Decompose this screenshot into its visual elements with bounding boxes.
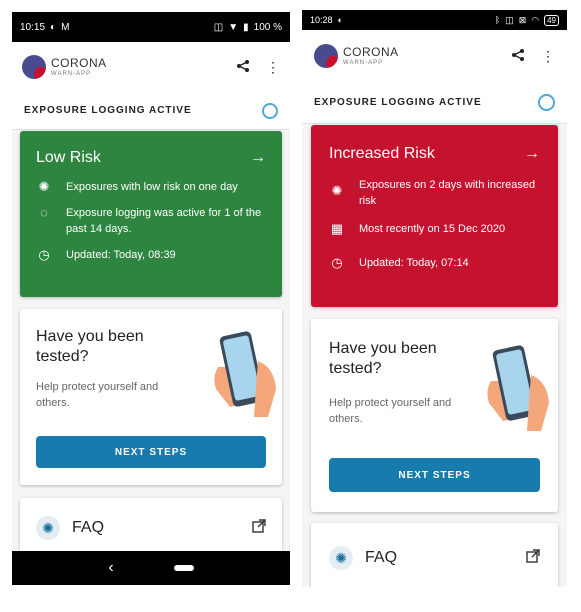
share-icon[interactable]	[236, 59, 250, 76]
risk-row-text: Exposures with low risk on one day	[66, 181, 238, 193]
gmail-icon: M	[61, 21, 70, 33]
clock-icon: ◷	[38, 247, 50, 262]
battery-level: 49	[544, 14, 559, 26]
clock-time: 10:28	[310, 15, 333, 25]
risk-row: ◌ Exposure logging was active for 1 of t…	[36, 205, 266, 237]
faq-card[interactable]: ✺ FAQ	[20, 498, 282, 558]
calendar-icon: ▦	[330, 221, 344, 236]
clock-icon: ◷	[331, 255, 343, 270]
progress-icon: ◌	[40, 205, 48, 220]
tested-text: Help protect yourself and others.	[329, 397, 452, 425]
wifi-icon: ◠	[531, 14, 540, 25]
tested-text: Help protect yourself and others.	[36, 381, 159, 409]
logo-subtitle: WARN-APP	[343, 60, 384, 66]
risk-row: ◷ Updated: Today, 08:39	[36, 247, 266, 263]
exposure-logging-row[interactable]: EXPOSURE LOGGING ACTIVE	[302, 82, 567, 124]
phone-left: 10:15 ◐ M ◫ ▼ ▮ 100 % CORONA WARN-APP ⋮ …	[12, 12, 290, 585]
faq-label: FAQ	[365, 549, 398, 566]
risk-card[interactable]: Increased Risk → ✺ Exposures on 2 days w…	[311, 125, 558, 307]
exposure-logging-row[interactable]: EXPOSURE LOGGING ACTIVE	[12, 92, 290, 130]
external-link-icon	[252, 518, 266, 538]
battery-icon: ▮	[243, 21, 249, 33]
external-link-icon	[526, 548, 540, 568]
risk-row-text: Most recently on 15 Dec 2020	[359, 223, 506, 235]
logo-title: CORONA	[51, 56, 107, 70]
exposure-logging-label: EXPOSURE LOGGING ACTIVE	[24, 105, 192, 116]
status-bar: 10:28 ◐ ᛒ ◫ ⊠ ◠ 49	[302, 10, 567, 30]
risk-row-text: Updated: Today, 08:39	[66, 249, 176, 261]
app-header: CORONA WARN-APP ⋮	[12, 42, 290, 92]
app-header: CORONA WARN-APP ⋮	[302, 30, 567, 82]
risk-row-text: Updated: Today, 07:14	[359, 257, 469, 269]
vibrate-icon: ◫	[213, 21, 224, 33]
arrow-right-icon: →	[250, 149, 266, 166]
faq-virus-icon: ✺	[36, 516, 60, 540]
corona-logo-icon	[314, 44, 338, 68]
risk-row: ▦ Most recently on 15 Dec 2020	[329, 221, 540, 237]
logo-title: CORONA	[343, 45, 399, 59]
phone-hand-illustration	[214, 331, 276, 417]
notification-icon: ◐	[337, 15, 343, 25]
corona-logo-icon	[22, 55, 46, 79]
signal-icon: ⊠	[518, 14, 527, 25]
phone-right: 10:28 ◐ ᛒ ◫ ⊠ ◠ 49 CORONA WARN-APP ⋮ EXP…	[302, 10, 567, 587]
back-icon[interactable]: ‹	[108, 559, 113, 577]
share-icon[interactable]	[511, 48, 525, 65]
risk-title: Low Risk	[36, 149, 101, 166]
exposure-status-icon	[262, 102, 278, 119]
status-bar: 10:15 ◐ M ◫ ▼ ▮ 100 %	[12, 12, 290, 42]
faq-card[interactable]: ✺ FAQ	[311, 523, 558, 587]
exposure-logging-label: EXPOSURE LOGGING ACTIVE	[314, 97, 482, 108]
risk-title: Increased Risk	[329, 145, 435, 162]
virus-icon: ✺	[38, 179, 50, 194]
battery-level: 100 %	[253, 21, 282, 33]
phone-hand-illustration	[487, 345, 549, 431]
tested-card: Have you been tested? Help protect yours…	[311, 319, 558, 512]
exposure-status-icon	[538, 94, 555, 111]
tested-title: Have you been tested?	[36, 328, 144, 365]
more-options-icon[interactable]: ⋮	[266, 59, 280, 76]
risk-row-text: Exposure logging was active for 1 of the…	[66, 207, 262, 235]
virus-icon: ✺	[331, 183, 343, 198]
risk-card[interactable]: Low Risk → ✺ Exposures with low risk on …	[20, 131, 282, 297]
home-pill-icon[interactable]	[173, 565, 194, 571]
clock-time: 10:15	[20, 21, 46, 33]
risk-row-text: Exposures on 2 days with increased risk	[359, 179, 536, 207]
notification-icon: ◐	[50, 21, 57, 33]
tested-title: Have you been tested?	[329, 340, 437, 377]
risk-row: ✺ Exposures on 2 days with increased ris…	[329, 177, 540, 209]
bluetooth-icon: ᛒ	[494, 15, 501, 25]
app-logo: CORONA WARN-APP	[314, 44, 399, 68]
vibrate-icon: ◫	[505, 14, 514, 25]
logo-subtitle: WARN-APP	[51, 71, 92, 77]
next-steps-button[interactable]: NEXT STEPS	[36, 436, 266, 468]
risk-row: ◷ Updated: Today, 07:14	[329, 255, 540, 271]
wifi-icon: ▼	[228, 21, 239, 33]
faq-virus-icon: ✺	[329, 546, 353, 570]
android-nav-bar: ‹	[12, 551, 290, 585]
app-logo: CORONA WARN-APP	[22, 55, 107, 79]
faq-label: FAQ	[72, 519, 105, 536]
next-steps-button[interactable]: NEXT STEPS	[329, 458, 540, 492]
risk-row: ✺ Exposures with low risk on one day	[36, 179, 266, 195]
more-options-icon[interactable]: ⋮	[541, 48, 555, 65]
arrow-right-icon: →	[524, 145, 540, 162]
tested-card: Have you been tested? Help protect yours…	[20, 309, 282, 485]
